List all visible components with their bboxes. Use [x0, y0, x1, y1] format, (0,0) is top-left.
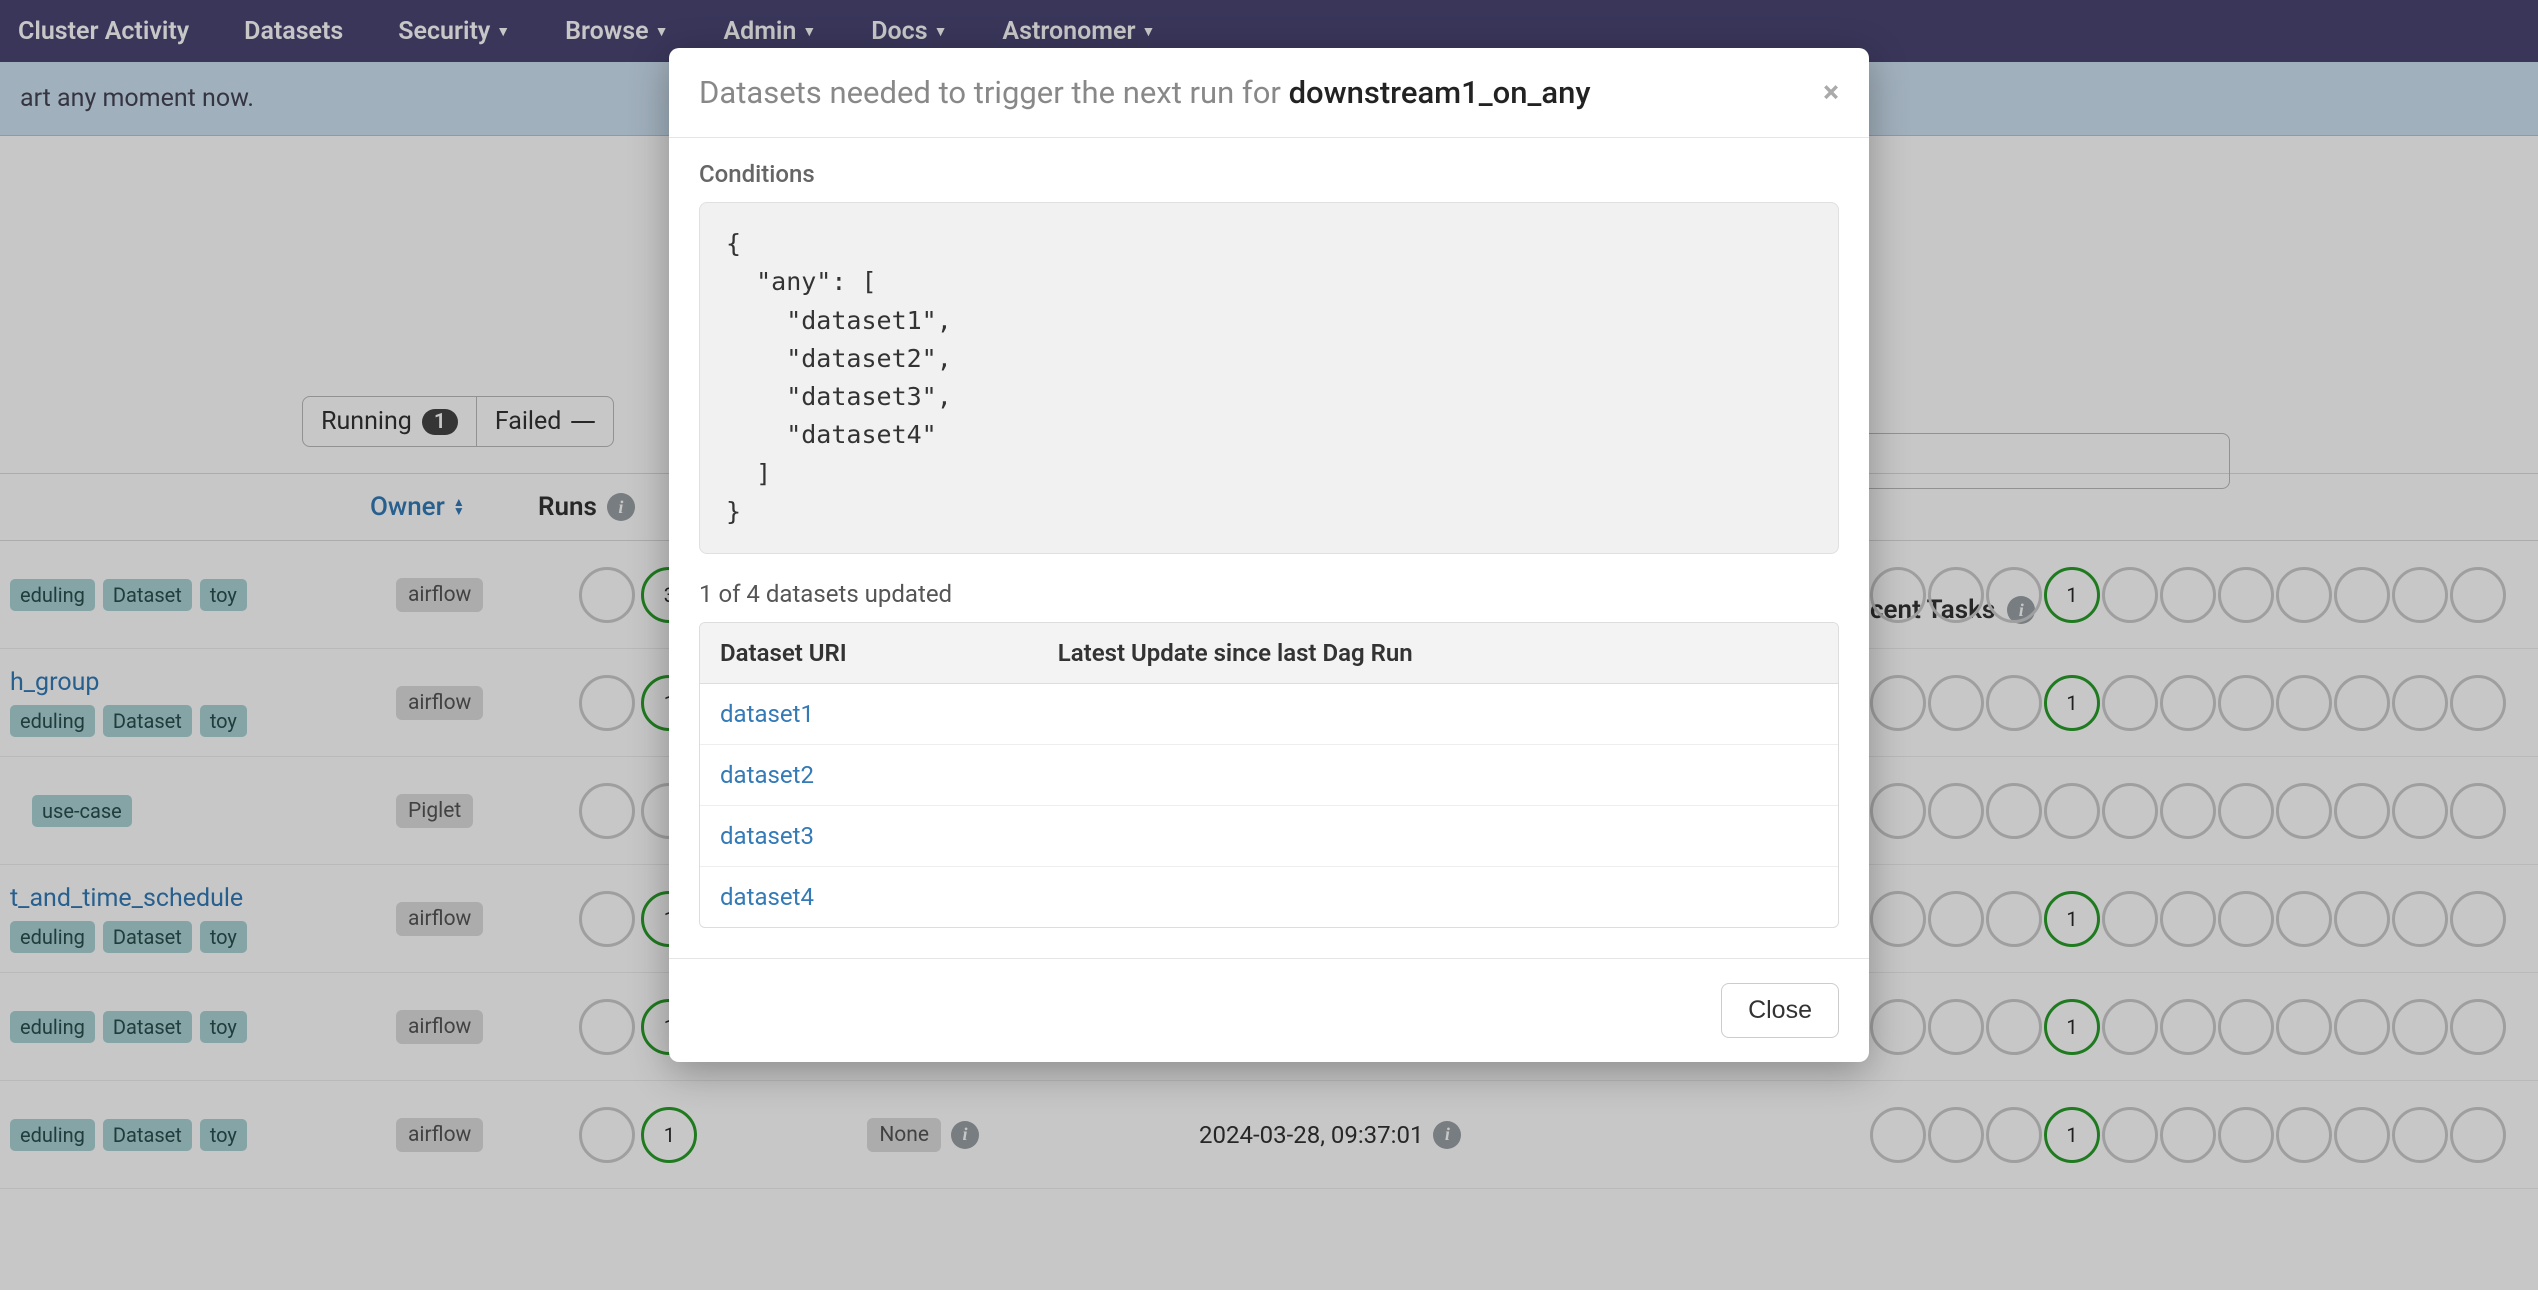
modal-footer: Close — [669, 958, 1869, 1062]
latest-update-cell — [1038, 806, 1838, 867]
table-row: dataset1 — [700, 684, 1838, 745]
latest-update-cell — [1038, 745, 1838, 806]
dataset-link[interactable]: dataset1 — [720, 700, 814, 728]
table-row: dataset2 — [700, 745, 1838, 806]
col-dataset-uri: Dataset URI — [700, 623, 1038, 684]
conditions-label: Conditions — [699, 160, 1839, 188]
close-icon[interactable]: × — [1823, 75, 1839, 110]
table-row: dataset4 — [700, 867, 1838, 927]
dataset-link[interactable]: dataset2 — [720, 761, 814, 789]
dag-name: downstream1_on_any — [1289, 74, 1591, 111]
table-row: dataset3 — [700, 806, 1838, 867]
modal-backdrop[interactable]: Datasets needed to trigger the next run … — [0, 0, 2538, 1290]
modal-body: Conditions { "any": [ "dataset1", "datas… — [669, 138, 1869, 958]
close-button[interactable]: Close — [1721, 983, 1839, 1038]
col-latest-update: Latest Update since last Dag Run — [1038, 623, 1838, 684]
dataset-modal: Datasets needed to trigger the next run … — [669, 48, 1869, 1062]
conditions-json: { "any": [ "dataset1", "dataset2", "data… — [699, 202, 1839, 554]
latest-update-cell — [1038, 684, 1838, 745]
latest-update-cell — [1038, 867, 1838, 927]
datasets-updated-status: 1 of 4 datasets updated — [699, 554, 1839, 622]
modal-title: Datasets needed to trigger the next run … — [699, 74, 1591, 111]
dataset-table: Dataset URI Latest Update since last Dag… — [699, 622, 1839, 928]
modal-header: Datasets needed to trigger the next run … — [669, 48, 1869, 138]
dataset-link[interactable]: dataset3 — [720, 822, 814, 850]
dataset-link[interactable]: dataset4 — [720, 883, 814, 911]
